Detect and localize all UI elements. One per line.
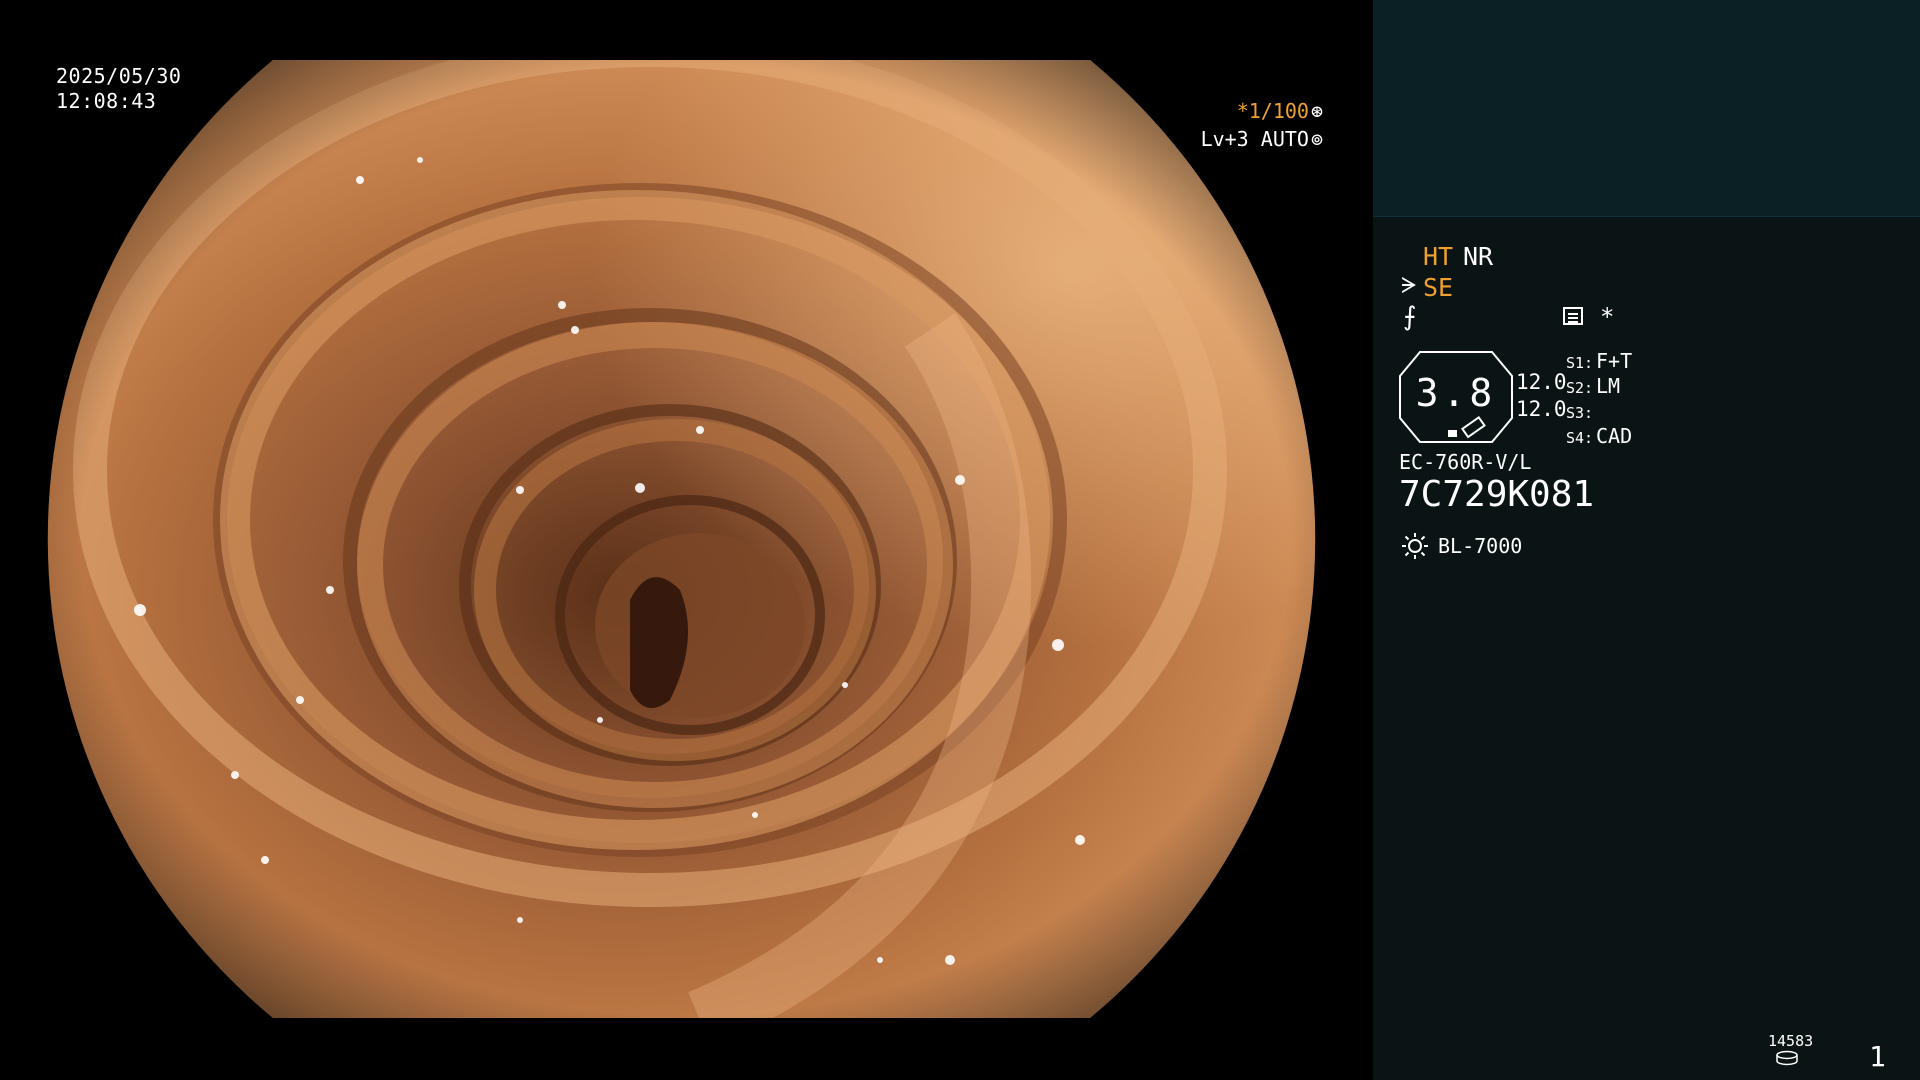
endoscopy-monitor: 2025/05/30 12:08:43 *1/100 ⊛ Lv+3 AUTO ⊚ H… <box>0 0 1920 1080</box>
date-readout: 2025/05/30 <box>56 64 182 88</box>
storage-icon <box>1776 1050 1798 1066</box>
shutter-value: *1/100 <box>1236 99 1309 123</box>
colon-lumen-image <box>47 60 1316 1018</box>
switch-key-1: S1: <box>1566 354 1594 372</box>
switch-value-2: LM <box>1596 374 1621 398</box>
scope-serial: 7C729K081 <box>1399 474 1595 515</box>
time-readout: 12:08:43 <box>56 89 157 113</box>
iris-icon: ⊚ <box>1310 127 1323 151</box>
switch-key-2: S2: <box>1566 379 1594 397</box>
nr-indicator: NR <box>1463 242 1494 271</box>
panel-header-area <box>1373 0 1920 217</box>
endoscope-video-view: 2025/05/30 12:08:43 *1/100 ⊛ Lv+3 AUTO ⊚ <box>0 0 1373 1080</box>
memo-icon <box>1563 307 1583 325</box>
star-indicator: * <box>1600 303 1615 331</box>
shutter-readout: *1/100 ⊛ <box>1237 99 1323 123</box>
structure-enhance-icon: ᗒ <box>1401 274 1417 299</box>
brightness-readout: Lv+3 AUTO ⊚ <box>1201 127 1323 151</box>
switch-key-3: S3: <box>1566 404 1594 422</box>
light-source-model: BL-7000 <box>1438 534 1523 558</box>
zoom-value: 3.8 <box>1415 371 1497 415</box>
aperture-icon: ⊛ <box>1310 99 1323 123</box>
image-counter: 14583 <box>1768 1032 1814 1050</box>
switch-value-4: CAD <box>1596 424 1633 448</box>
setting-value-2: 12.0 <box>1516 397 1567 421</box>
switch-value-1: F+T <box>1596 349 1633 373</box>
switch-key-4: S4: <box>1566 429 1594 447</box>
page-number: 1 <box>1869 1040 1886 1073</box>
function-icon: ⨍ <box>1403 302 1417 332</box>
auto-mode: AUTO <box>1260 127 1309 151</box>
se-indicator: SE <box>1423 273 1454 302</box>
info-panel: HT NR ᗒ SE ⨍ * 3.8 12.0 12.0 S1: F+T S2:… <box>1373 0 1920 1080</box>
scope-model: EC-760R-V/L <box>1399 450 1532 474</box>
ht-indicator: HT <box>1423 242 1454 271</box>
light-source-icon <box>1402 533 1428 559</box>
level-value: Lv+3 <box>1200 127 1249 151</box>
setting-value-1: 12.0 <box>1516 370 1567 394</box>
